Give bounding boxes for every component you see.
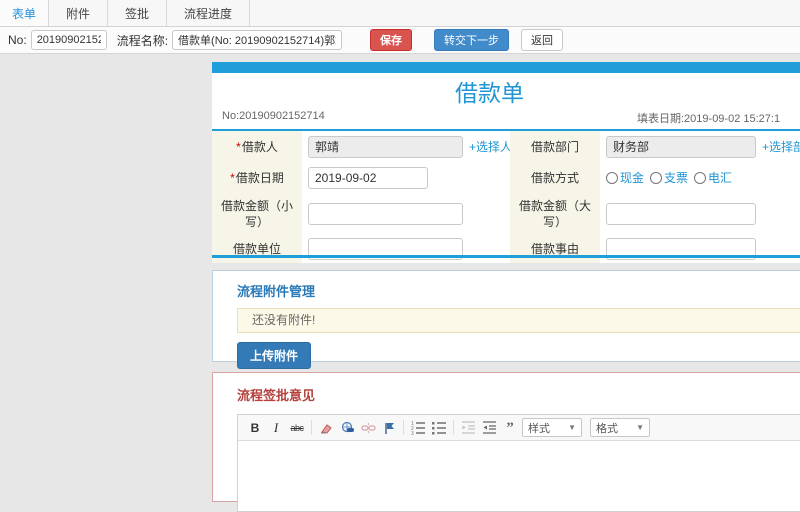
tab-progress-label: 流程进度 <box>184 6 233 21</box>
unit-label-cell: 借款单位 <box>212 234 302 263</box>
bold-icon[interactable]: B <box>246 419 264 437</box>
rich-text-editor: B I abc 123 ” 样式 ▼ 格式 ▼ <box>237 414 800 512</box>
borrower-label: 借款人 <box>241 139 278 154</box>
attachment-panel: 流程附件管理 还没有附件! 上传附件 <box>212 270 800 369</box>
tab-attachment-label: 附件 <box>66 6 91 21</box>
amount-big-field-cell <box>600 193 800 234</box>
method-field-cell: 现金 支票 电汇 <box>600 162 800 193</box>
required-marker: * <box>230 170 235 185</box>
method-label-cell: 借款方式 <box>510 162 600 193</box>
toolbar-separator <box>311 420 312 435</box>
chevron-down-icon: ▼ <box>636 423 644 432</box>
signoff-panel: 流程签批意见 B I abc 123 ” 样式 ▼ 格式 ▼ <box>212 372 800 512</box>
strikethrough-icon[interactable]: abc <box>288 419 306 437</box>
fill-date: 填表日期:2019-09-02 15:27:1 <box>637 113 781 125</box>
department-field-cell: +选择部门 <box>600 131 800 162</box>
toolbar-separator <box>453 420 454 435</box>
amount-small-label: 借款金额（小写） <box>220 198 293 229</box>
panel-top-bar <box>212 62 800 73</box>
loan-date-field-cell <box>302 162 510 193</box>
radio-cheque-label: 支票 <box>664 171 689 185</box>
amount-small-input[interactable] <box>308 202 463 225</box>
radio-wire[interactable] <box>694 171 707 184</box>
no-input[interactable] <box>30 30 107 50</box>
form-title: 借款单 <box>455 80 524 106</box>
indent-icon[interactable] <box>480 419 498 437</box>
amount-big-input[interactable] <box>606 202 756 225</box>
method-label: 借款方式 <box>530 170 579 185</box>
editor-content-area[interactable] <box>238 441 800 511</box>
panel-bottom-bar <box>212 255 800 258</box>
form-meta-row: No:20190902152714 填表日期:2019-09-02 15:27:… <box>212 108 800 125</box>
tab-bar: 表单 附件 签批 流程进度 <box>0 0 800 27</box>
no-attachment-notice: 还没有附件! <box>237 308 800 333</box>
borrower-input[interactable] <box>308 135 463 158</box>
toolbar-separator <box>403 420 404 435</box>
blockquote-icon[interactable]: ” <box>501 419 519 437</box>
chevron-down-icon: ▼ <box>568 423 576 432</box>
no-label: No: <box>8 33 27 47</box>
required-marker: * <box>236 139 241 154</box>
signoff-section-title: 流程签批意见 <box>237 388 316 403</box>
document-number: No:20190902152714 <box>222 110 325 122</box>
department-input[interactable] <box>606 135 756 158</box>
italic-icon[interactable]: I <box>267 419 285 437</box>
anchor-flag-icon[interactable] <box>380 419 398 437</box>
radio-cheque[interactable] <box>650 171 663 184</box>
loan-date-label: 借款日期 <box>235 170 284 185</box>
action-toolbar: No: 流程名称: 保存 转交下一步 返回 <box>0 27 800 54</box>
tab-approval-label: 签批 <box>125 6 150 21</box>
link-icon[interactable] <box>338 419 356 437</box>
tab-form[interactable]: 表单 <box>0 0 50 26</box>
remove-format-icon[interactable] <box>317 419 335 437</box>
format-dropdown-value: 格式 <box>596 422 618 435</box>
style-dropdown-value: 样式 <box>528 422 550 435</box>
bulleted-list-icon[interactable] <box>430 419 448 437</box>
amount-big-label: 借款金额（大写） <box>518 198 591 229</box>
editor-toolbar: B I abc 123 ” 样式 ▼ 格式 ▼ <box>238 415 800 441</box>
select-department-link[interactable]: +选择部门 <box>762 138 800 155</box>
back-button[interactable]: 返回 <box>521 29 564 51</box>
unlink-icon[interactable] <box>359 419 377 437</box>
borrower-label-cell: *借款人 <box>212 131 302 162</box>
radio-cash[interactable] <box>606 171 618 184</box>
numbered-list-icon[interactable]: 123 <box>409 419 427 437</box>
reason-field-cell <box>600 234 800 263</box>
svg-text:3: 3 <box>411 431 414 435</box>
process-name-label: 流程名称: <box>116 33 169 48</box>
outdent-icon[interactable] <box>459 419 477 437</box>
tab-approval[interactable]: 签批 <box>108 0 168 26</box>
borrower-field-cell: +选择人员 <box>302 131 524 162</box>
reason-label-cell: 借款事由 <box>510 234 600 263</box>
loan-date-input[interactable] <box>308 166 428 189</box>
unit-field-cell <box>302 234 510 263</box>
amount-small-label-cell: 借款金额（小写） <box>212 193 302 234</box>
loan-form-table: *借款人 +选择人员 借款部门 +选择部门 *借款日期 借款方式 现金 支票 电… <box>212 131 800 263</box>
amount-big-label-cell: 借款金额（大写） <box>510 193 600 234</box>
save-button[interactable]: 保存 <box>370 29 413 51</box>
style-dropdown[interactable]: 样式 ▼ <box>522 418 582 437</box>
attachment-section-title: 流程附件管理 <box>237 284 316 299</box>
process-name-input[interactable] <box>172 30 343 50</box>
tab-form-label: 表单 <box>12 6 37 21</box>
radio-cash-label: 现金 <box>620 171 645 185</box>
loan-form-panel: 借款单 No:20190902152714 填表日期:2019-09-02 15… <box>212 62 800 263</box>
amount-small-field-cell <box>302 193 510 234</box>
department-label: 借款部门 <box>530 139 579 154</box>
radio-wire-label: 电汇 <box>708 171 733 185</box>
department-label-cell: 借款部门 <box>510 131 600 162</box>
upload-attachment-button[interactable]: 上传附件 <box>237 342 312 369</box>
format-dropdown[interactable]: 格式 ▼ <box>590 418 650 437</box>
forward-next-step-button[interactable]: 转交下一步 <box>434 29 510 51</box>
tab-progress[interactable]: 流程进度 <box>167 0 251 26</box>
loan-date-label-cell: *借款日期 <box>212 162 302 193</box>
tab-attachment[interactable]: 附件 <box>49 0 109 26</box>
